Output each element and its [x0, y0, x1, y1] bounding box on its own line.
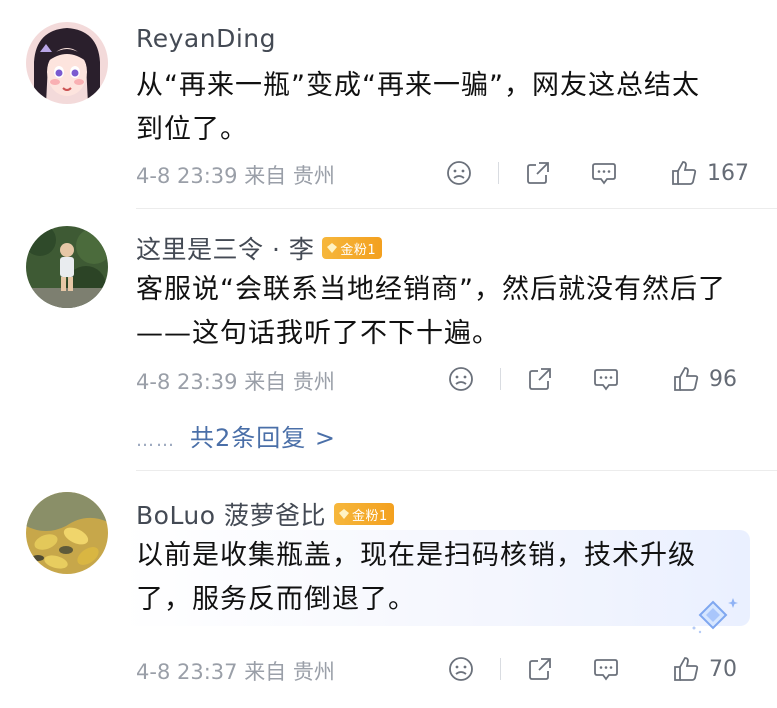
comment-line: 了，服务反而倒退了。: [136, 584, 416, 615]
divider: [500, 658, 501, 680]
comment-actions: 70: [446, 654, 749, 684]
username[interactable]: BoLuo 菠萝爸比 金粉1: [136, 496, 394, 532]
comment-line: 以前是收集瓶盖，现在是扫码核销，技术升级: [136, 540, 696, 571]
like-count: 70: [709, 656, 737, 682]
share-icon[interactable]: [525, 654, 555, 684]
badge-text: 金粉1: [352, 508, 388, 524]
thumbs-up-icon[interactable]: [671, 654, 701, 684]
avatar[interactable]: [26, 492, 108, 574]
location: 来自 贵州: [244, 660, 335, 684]
avatar-image: [26, 492, 108, 574]
username-text[interactable]: BoLuo 菠萝爸比: [136, 496, 326, 532]
comment-item: BoLuo 菠萝爸比 金粉1 以前是收集瓶盖，现在是扫码核销，技术升级 了，服务…: [0, 0, 777, 708]
comment-text: 以前是收集瓶盖，现在是扫码核销，技术升级 了，服务反而倒退了。: [136, 534, 696, 622]
gem-icon: [339, 509, 350, 519]
comment-icon[interactable]: [591, 654, 621, 684]
fan-badge: 金粉1: [334, 503, 394, 525]
frown-icon[interactable]: [446, 654, 476, 684]
comment-meta: 4-8 23:37 来自 贵州: [136, 656, 335, 686]
timestamp: 4-8 23:37: [136, 660, 238, 684]
